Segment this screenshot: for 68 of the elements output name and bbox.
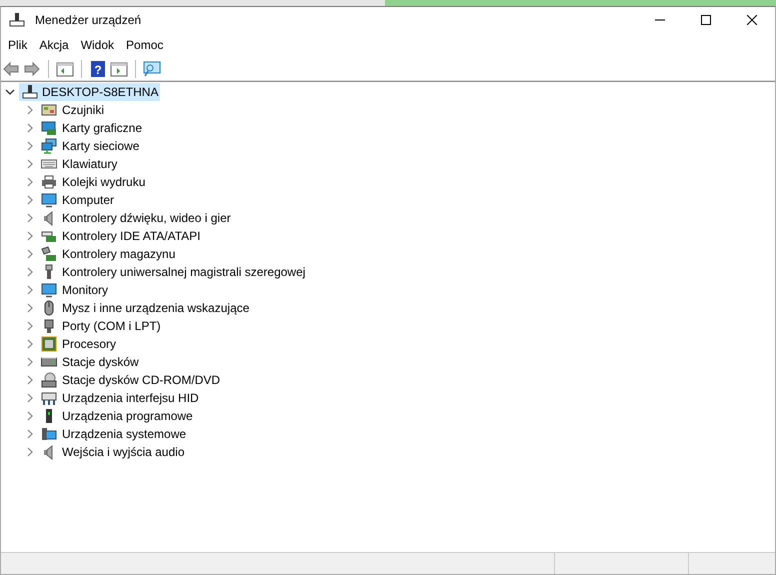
chevron-right-icon[interactable] <box>25 303 35 313</box>
computer-icon <box>9 12 25 28</box>
tree-item[interactable]: Procesory <box>41 335 116 353</box>
tree-item[interactable]: Porty (COM i LPT) <box>41 317 161 335</box>
network-icon <box>41 138 57 154</box>
chevron-right-icon[interactable] <box>25 339 35 349</box>
chevron-right-icon[interactable] <box>25 231 35 241</box>
chevron-right-icon[interactable] <box>25 321 35 331</box>
keypad-icon <box>41 390 57 406</box>
tree-item[interactable]: DESKTOP-S8ETHNA <box>19 83 160 101</box>
chevron-right-icon[interactable] <box>25 447 35 457</box>
computer-icon <box>22 84 38 100</box>
tree-item[interactable]: Urządzenia programowe <box>41 407 193 425</box>
chevron-right-icon[interactable] <box>25 393 35 403</box>
processor-icon <box>41 336 57 352</box>
chevron-right-icon[interactable] <box>25 357 35 367</box>
tree-item[interactable]: Kontrolery IDE ATA/ATAPI <box>41 227 200 245</box>
tree-item[interactable]: Kontrolery uniwersalnej magistrali szeregowej <box>41 263 306 281</box>
tree-item[interactable]: Wejścia i wyjścia audio <box>41 443 184 461</box>
tree-item[interactable]: Klawiatury <box>41 155 118 173</box>
chevron-right-icon[interactable] <box>25 249 35 259</box>
window-title: Menedżer urządzeń <box>35 12 142 29</box>
chevron-right-icon[interactable] <box>25 267 35 277</box>
forward-arrow-icon[interactable] <box>23 60 41 78</box>
menu-item[interactable]: Plik <box>2 36 34 54</box>
chevron-right-icon[interactable] <box>25 141 35 151</box>
tree-item[interactable]: Stacje dysków CD-ROM/DVD <box>41 371 220 389</box>
tree-item[interactable]: Stacje dysków <box>41 353 139 371</box>
printer-icon <box>41 174 57 190</box>
monitor-icon <box>41 282 57 298</box>
tree-item[interactable]: Urządzenia systemowe <box>41 425 186 443</box>
tree-item[interactable]: Komputer <box>41 191 114 209</box>
menu-item[interactable]: Widok <box>74 36 120 54</box>
chevron-right-icon[interactable] <box>25 195 35 205</box>
menu-item[interactable]: Pomoc <box>120 36 170 54</box>
tree-item[interactable]: Kolejki wydruku <box>41 173 146 191</box>
monitor-icon <box>41 192 57 208</box>
display-card-icon <box>41 120 57 136</box>
scan-monitor-icon[interactable] <box>143 60 161 78</box>
tree-item[interactable]: Kontrolery magazynu <box>41 245 176 263</box>
tree-item[interactable]: Mysz i inne urządzenia wskazujące <box>41 299 250 317</box>
tree-item[interactable]: Urządzenia interfejsu HID <box>41 389 199 407</box>
chevron-right-icon[interactable] <box>25 105 35 115</box>
disc-drive-icon <box>41 372 57 388</box>
chevron-right-icon[interactable] <box>25 375 35 385</box>
tree-item[interactable]: Karty graficzne <box>41 119 142 137</box>
tree-item[interactable]: Kontrolery dźwięku, wideo i gier <box>41 209 231 227</box>
chevron-down-icon[interactable] <box>5 87 15 97</box>
tree-item[interactable]: Czujniki <box>41 101 104 119</box>
close-icon <box>747 15 757 25</box>
menu-item[interactable]: Akcja <box>33 36 75 54</box>
storage-icon <box>41 246 57 262</box>
help-icon[interactable]: ? <box>89 60 107 78</box>
tree-item[interactable]: Monitory <box>41 281 108 299</box>
chevron-right-icon[interactable] <box>25 123 35 133</box>
chevron-right-icon[interactable] <box>25 177 35 187</box>
system-icon <box>41 426 57 442</box>
tree-item[interactable]: Karty sieciowe <box>41 137 140 155</box>
console-tree-icon[interactable] <box>56 60 74 78</box>
chevron-right-icon[interactable] <box>25 159 35 169</box>
maximize-icon <box>701 15 711 25</box>
chevron-right-icon[interactable] <box>25 213 35 223</box>
action-pane-icon[interactable] <box>110 60 128 78</box>
chevron-right-icon[interactable] <box>25 411 35 421</box>
chevron-right-icon[interactable] <box>25 429 35 439</box>
chevron-right-icon[interactable] <box>25 285 35 295</box>
sensor-icon <box>41 102 57 118</box>
back-arrow-icon[interactable] <box>2 60 20 78</box>
